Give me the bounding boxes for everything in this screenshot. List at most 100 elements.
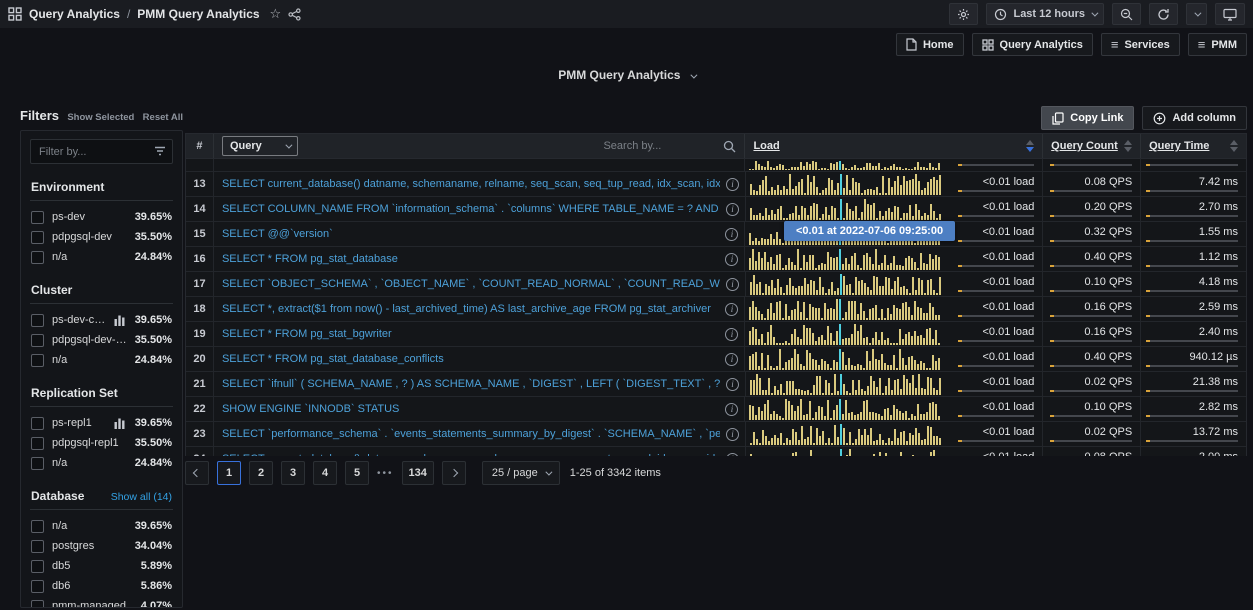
checkbox[interactable] — [31, 314, 44, 327]
cycle-view-mode-button[interactable] — [1215, 3, 1245, 25]
filter-item[interactable]: pdpgsql-repl1 35.50% — [30, 433, 173, 453]
query-text-link[interactable]: SHOW ENGINE `INNODB` STATUS — [222, 403, 720, 415]
filter-item[interactable]: ps-repl1 39.65% — [30, 413, 173, 433]
checkbox[interactable] — [31, 580, 44, 593]
filter-item[interactable]: pmm-managed 4.07% — [30, 596, 173, 608]
query-text-link[interactable]: SELECT current_database() datname, schem… — [222, 453, 720, 456]
info-icon[interactable]: i — [726, 378, 739, 391]
table-row[interactable]: 19 SELECT * FROM pg_stat_bgwriter i <0.0… — [186, 322, 1246, 347]
breadcrumb-app[interactable]: Query Analytics — [29, 7, 120, 21]
settings-button[interactable] — [949, 3, 978, 25]
filter-item-label[interactable]: pmm-managed — [52, 600, 133, 608]
search-icon[interactable] — [723, 140, 736, 153]
query-text-link[interactable]: SELECT `OBJECT_SCHEMA` , `OBJECT_NAME` ,… — [222, 278, 720, 290]
load-sparkline[interactable] — [749, 399, 945, 420]
load-sparkline[interactable] — [750, 374, 946, 395]
table-row[interactable]: 15 SELECT @@`version` i <0.01 load 0.32 … — [186, 222, 1246, 247]
filter-item[interactable]: ps-dev 39.65% — [30, 207, 173, 227]
filter-item[interactable]: postgres 34.04% — [30, 536, 173, 556]
column-header-load[interactable]: Load — [753, 140, 779, 152]
filter-item-label[interactable]: ps-dev-cluster — [52, 314, 106, 326]
filter-item[interactable]: db6 5.86% — [30, 576, 173, 596]
load-sparkline[interactable] — [749, 249, 945, 270]
load-sparkline[interactable] — [750, 424, 946, 445]
table-row[interactable]: 21 SELECT `ifnull` ( SCHEMA_NAME , ? ) A… — [186, 372, 1246, 397]
dashboard-title-dropdown[interactable]: PMM Query Analytics — [0, 68, 1253, 82]
pagination-ellipsis[interactable]: ••• — [377, 468, 394, 479]
info-icon[interactable]: i — [725, 253, 738, 266]
table-row[interactable]: 16 SELECT * FROM pg_stat_database i <0.0… — [186, 247, 1246, 272]
filter-item-label[interactable]: ps-dev — [52, 211, 127, 223]
apps-grid-icon[interactable] — [8, 7, 22, 21]
page-size-select[interactable]: 25 / page — [482, 461, 560, 485]
load-sparkline[interactable] — [749, 299, 945, 320]
page-button-5[interactable]: 5 — [345, 461, 369, 485]
info-icon[interactable]: i — [725, 353, 738, 366]
checkbox[interactable] — [31, 560, 44, 573]
filter-item[interactable]: pdpgsql-dev 35.50% — [30, 227, 173, 247]
load-sparkline[interactable] — [750, 449, 946, 457]
filter-item[interactable]: n/a 24.84% — [30, 453, 173, 473]
query-text-link[interactable]: SELECT * FROM pg_stat_database — [222, 253, 720, 265]
checkbox[interactable] — [31, 251, 44, 264]
sort-control-query-count[interactable] — [1124, 140, 1132, 152]
table-row[interactable]: 23 SELECT `performance_schema` . `events… — [186, 422, 1246, 447]
column-header-query-count[interactable]: Query Count — [1051, 140, 1118, 152]
refresh-button[interactable] — [1149, 3, 1178, 25]
nav-home-button[interactable]: Home — [896, 33, 964, 56]
load-sparkline[interactable] — [750, 199, 946, 220]
filter-item-label[interactable]: db6 — [52, 580, 133, 592]
page-button-1[interactable]: 1 — [217, 461, 241, 485]
info-icon[interactable]: i — [725, 303, 738, 316]
filter-item-label[interactable]: pdpgsql-repl1 — [52, 437, 127, 449]
info-icon[interactable]: i — [726, 453, 739, 457]
info-icon[interactable]: i — [725, 328, 738, 341]
bar-chart-icon[interactable] — [114, 418, 125, 429]
filter-item-label[interactable]: pdpgsql-dev — [52, 231, 127, 243]
table-row[interactable]: 22 SHOW ENGINE `INNODB` STATUS i <0.01 l… — [186, 397, 1246, 422]
load-sparkline[interactable] — [750, 174, 946, 195]
page-button-3[interactable]: 3 — [281, 461, 305, 485]
info-icon[interactable]: i — [726, 203, 739, 216]
table-row[interactable]: 17 SELECT `OBJECT_SCHEMA` , `OBJECT_NAME… — [186, 272, 1246, 297]
filter-item[interactable]: ps-dev-cluster 39.65% — [30, 310, 173, 330]
query-text-link[interactable]: SELECT current_database() datname, schem… — [222, 178, 720, 190]
checkbox[interactable] — [31, 354, 44, 367]
nav-query-analytics-button[interactable]: Query Analytics — [972, 33, 1093, 56]
query-text-link[interactable]: SELECT * FROM pg_stat_database_conflicts — [222, 353, 720, 365]
column-header-query-time[interactable]: Query Time — [1149, 140, 1209, 152]
page-button-2[interactable]: 2 — [249, 461, 273, 485]
time-range-picker[interactable]: Last 12 hours — [986, 3, 1104, 25]
checkbox[interactable] — [31, 211, 44, 224]
info-icon[interactable]: i — [726, 278, 739, 291]
checkbox[interactable] — [31, 231, 44, 244]
bar-chart-icon[interactable] — [114, 315, 125, 326]
next-page-button[interactable] — [442, 461, 466, 485]
query-text-link[interactable]: SELECT @@`version` — [222, 228, 720, 240]
filter-item-label[interactable]: postgres — [52, 540, 127, 552]
table-row[interactable]: 14 SELECT COLUMN_NAME FROM `information_… — [186, 197, 1246, 222]
nav-services-button[interactable]: ≡ Services — [1101, 33, 1180, 56]
prev-page-button[interactable] — [185, 461, 209, 485]
table-row[interactable]: 18 SELECT *, extract($1 from now() - las… — [186, 297, 1246, 322]
table-row[interactable]: 13 SELECT current_database() datname, sc… — [186, 172, 1246, 197]
query-text-link[interactable]: SELECT COLUMN_NAME FROM `information_sch… — [222, 203, 720, 215]
filter-item-label[interactable]: db5 — [52, 560, 133, 572]
checkbox[interactable] — [31, 334, 44, 347]
filter-item[interactable]: db5 5.89% — [30, 556, 173, 576]
load-sparkline[interactable] — [749, 349, 945, 370]
page-button-4[interactable]: 4 — [313, 461, 337, 485]
nav-pmm-button[interactable]: ≡ PMM — [1188, 33, 1247, 56]
filter-search-input[interactable] — [30, 139, 173, 164]
last-page-button[interactable]: 134 — [402, 461, 434, 485]
load-sparkline[interactable] — [750, 274, 946, 295]
table-row[interactable]: 24 SELECT current_database() datname, sc… — [186, 447, 1246, 456]
filter-item-label[interactable]: n/a — [52, 520, 127, 532]
info-icon[interactable]: i — [725, 403, 738, 416]
query-text-link[interactable]: SELECT *, extract($1 from now() - last_a… — [222, 303, 720, 315]
query-dimension-select[interactable]: Query — [222, 136, 298, 156]
info-icon[interactable]: i — [725, 228, 738, 241]
filter-item-label[interactable]: n/a — [52, 251, 127, 263]
filter-item[interactable]: pdpgsql-dev-c... 35.50% — [30, 330, 173, 350]
refresh-interval-button[interactable] — [1186, 3, 1207, 25]
